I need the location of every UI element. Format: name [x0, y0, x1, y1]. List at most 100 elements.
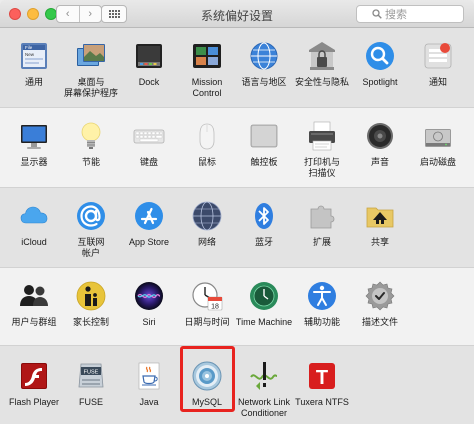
- pref-spotlight[interactable]: Spotlight: [352, 38, 408, 88]
- system-preferences-window: ‹ › 系统偏好设置 搜索 File New 通用 桌面与 屏幕保护程序 Doc…: [0, 0, 474, 424]
- general-icon: File New: [16, 38, 52, 74]
- pref-label: Network Link Conditioner: [237, 397, 291, 418]
- internet-accounts-icon: [73, 198, 109, 234]
- search-icon: [372, 9, 382, 19]
- parental-icon: [73, 278, 109, 314]
- pref-general[interactable]: File New 通用: [6, 38, 62, 88]
- network-link-icon: [246, 358, 282, 394]
- sound-icon: [362, 118, 398, 154]
- pref-label: Time Machine: [235, 317, 293, 327]
- pref-label: FUSE: [78, 397, 103, 407]
- pref-label: 鼠标: [197, 157, 216, 167]
- pref-label: Mission Control: [191, 77, 223, 98]
- energy-icon: [73, 118, 109, 154]
- startup-disk-icon: [420, 118, 456, 154]
- pref-sharing[interactable]: 共享: [352, 198, 408, 248]
- trackpad-icon: [246, 118, 282, 154]
- pref-parental[interactable]: 家长控制: [63, 278, 119, 328]
- pref-sound[interactable]: 声音: [352, 118, 408, 168]
- search-placeholder: 搜索: [385, 9, 407, 21]
- pref-notifications[interactable]: 通知: [410, 38, 466, 88]
- pref-mission-control[interactable]: Mission Control: [179, 38, 235, 99]
- accessibility-icon: [304, 278, 340, 314]
- tuxera-icon: T: [304, 358, 340, 394]
- pref-internet-accounts[interactable]: 互联网 帐户: [63, 198, 119, 259]
- pref-icloud[interactable]: iCloud: [6, 198, 62, 248]
- pref-desktop[interactable]: 桌面与 屏幕保护程序: [63, 38, 119, 99]
- pref-label: 触控板: [250, 157, 278, 167]
- pref-date-time[interactable]: 18 日期与时间: [179, 278, 235, 328]
- pref-label: Flash Player: [8, 397, 60, 407]
- pref-network-link[interactable]: Network Link Conditioner: [236, 358, 292, 419]
- spotlight-icon: [362, 38, 398, 74]
- pref-label: 声音: [370, 157, 389, 167]
- pref-label: 安全性与隐私: [294, 77, 349, 87]
- pref-label: 语言与地区: [241, 77, 287, 87]
- pref-label: 家长控制: [72, 317, 109, 327]
- pref-app-store[interactable]: App Store: [121, 198, 177, 248]
- pref-label: 用户与群组: [11, 317, 57, 327]
- pref-label: 互联网 帐户: [77, 237, 105, 258]
- pref-label: 共享: [370, 237, 389, 247]
- java-icon: [131, 358, 167, 394]
- pref-keyboard[interactable]: 键盘: [121, 118, 177, 168]
- desktop-icon: [73, 38, 109, 74]
- security-icon: [304, 38, 340, 74]
- time-machine-icon: [246, 278, 282, 314]
- pref-energy[interactable]: 节能: [63, 118, 119, 168]
- pref-java[interactable]: Java: [121, 358, 177, 408]
- svg-text:T: T: [316, 367, 328, 389]
- pref-display[interactable]: 显示器: [6, 118, 62, 168]
- pref-startup-disk[interactable]: 启动磁盘: [410, 118, 466, 168]
- mission-control-icon: [189, 38, 225, 74]
- extensions-icon: [304, 198, 340, 234]
- highlight-box: [180, 346, 235, 412]
- pref-label: 日期与时间: [184, 317, 230, 327]
- pref-label: 通知: [428, 77, 447, 87]
- sharing-icon: [362, 198, 398, 234]
- mouse-icon: [189, 118, 225, 154]
- pref-label: 辅助功能: [303, 317, 340, 327]
- bluetooth-icon: [246, 198, 282, 234]
- svg-text:18: 18: [211, 304, 219, 311]
- pref-language[interactable]: 语言与地区: [236, 38, 292, 88]
- pref-label: 蓝牙: [254, 237, 273, 247]
- pref-accessibility[interactable]: 辅助功能: [294, 278, 350, 328]
- pref-label: 桌面与 屏幕保护程序: [63, 77, 118, 98]
- pref-time-machine[interactable]: Time Machine: [236, 278, 292, 328]
- pref-users[interactable]: 用户与群组: [6, 278, 62, 328]
- pref-label: 通用: [24, 77, 43, 87]
- pref-extensions[interactable]: 扩展: [294, 198, 350, 248]
- printer-icon: [304, 118, 340, 154]
- pref-label: 显示器: [20, 157, 48, 167]
- pref-label: Dock: [138, 77, 160, 87]
- pref-bluetooth[interactable]: 蓝牙: [236, 198, 292, 248]
- network-icon: [189, 198, 225, 234]
- pref-label: Java: [139, 397, 159, 407]
- pref-label: iCloud: [21, 237, 47, 247]
- pref-trackpad[interactable]: 触控板: [236, 118, 292, 168]
- pref-printer[interactable]: 打印机与 扫描仪: [294, 118, 350, 179]
- language-icon: [246, 38, 282, 74]
- pref-tuxera[interactable]: T Tuxera NTFS: [294, 358, 350, 408]
- app-store-icon: [131, 198, 167, 234]
- pref-label: Spotlight: [362, 77, 398, 87]
- pref-mouse[interactable]: 鼠标: [179, 118, 235, 168]
- users-icon: [16, 278, 52, 314]
- date-time-icon: 18: [189, 278, 225, 314]
- svg-text:File: File: [25, 45, 33, 50]
- pref-dock[interactable]: Dock: [121, 38, 177, 88]
- svg-text:FUSE: FUSE: [84, 370, 99, 376]
- pref-label: Siri: [142, 317, 156, 327]
- pref-label: App Store: [128, 237, 170, 247]
- pref-siri[interactable]: Siri: [121, 278, 177, 328]
- keyboard-icon: [131, 118, 167, 154]
- pref-flash-player[interactable]: Flash Player: [6, 358, 62, 408]
- fuse-icon: FUSE: [73, 358, 109, 394]
- pref-fuse[interactable]: FUSE FUSE: [63, 358, 119, 408]
- pref-profiles[interactable]: 描述文件: [352, 278, 408, 328]
- pref-security[interactable]: 安全性与隐私: [294, 38, 350, 88]
- search-field[interactable]: 搜索: [356, 5, 464, 23]
- siri-icon: [131, 278, 167, 314]
- pref-network[interactable]: 网络: [179, 198, 235, 248]
